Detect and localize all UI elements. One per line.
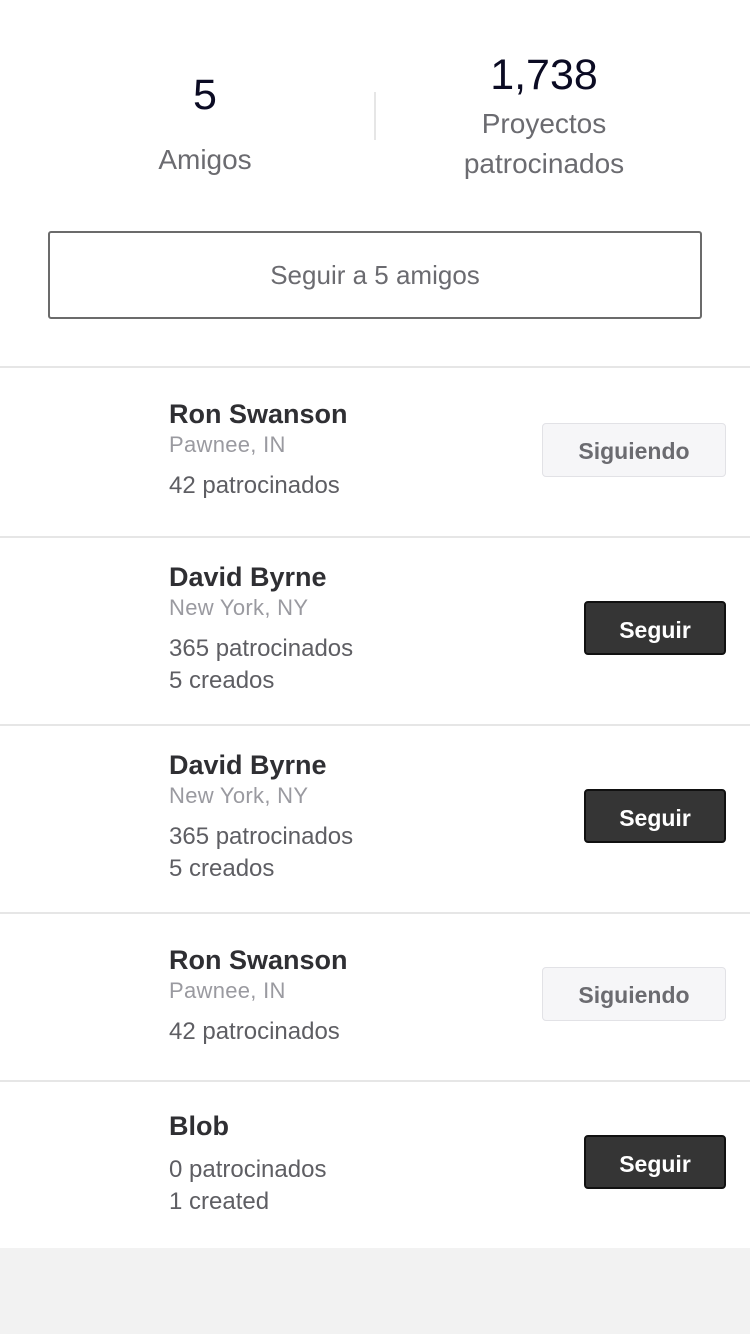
friend-backed-count: 0 patrocinados [169, 1156, 327, 1183]
friend-info: Ron Swanson Pawnee, IN 42 patrocinados [169, 398, 348, 502]
friends-list: Ron Swanson Pawnee, IN 42 patrocinados S… [0, 366, 750, 1248]
following-button[interactable]: Siguiendo [542, 967, 726, 1021]
stats-divider [374, 92, 376, 140]
friend-created-count: 5 creados [169, 855, 275, 882]
friend-info: Ron Swanson Pawnee, IN 42 patrocinados [169, 944, 348, 1048]
backed-projects-label-line1: Proyectos [481, 108, 607, 139]
friend-name[interactable]: David Byrne [169, 749, 353, 781]
friend-name[interactable]: Ron Swanson [169, 944, 348, 976]
following-button[interactable]: Siguiendo [542, 423, 726, 477]
friend-info: Blob 0 patrocinados 1 created [169, 1110, 326, 1218]
friend-backed-count: 365 patrocinados [169, 823, 354, 850]
friend-created-count: 5 creados [169, 667, 275, 694]
friend-info: David Byrne New York, NY 365 patrocinado… [169, 749, 353, 885]
friend-backed-count: 42 patrocinados [169, 1018, 340, 1045]
friends-count-stat: 5 Amigos [105, 68, 305, 180]
friend-backed-count: 365 patrocinados [169, 635, 354, 662]
friend-backed-count: 42 patrocinados [169, 472, 340, 499]
follow-button[interactable]: Seguir [584, 789, 726, 843]
backed-projects-label-line2: patrocinados [463, 148, 625, 179]
friend-location: New York, NY [169, 595, 309, 620]
friends-count-value: 5 [193, 71, 217, 119]
friend-name[interactable]: David Byrne [169, 561, 353, 593]
friend-row: Blob 0 patrocinados 1 created Seguir [0, 1080, 750, 1248]
friend-location: New York, NY [169, 783, 309, 808]
follow-button[interactable]: Seguir [584, 1135, 726, 1189]
friend-row: Ron Swanson Pawnee, IN 42 patrocinados S… [0, 366, 750, 536]
follow-all-friends-button[interactable]: Seguir a 5 amigos [48, 231, 702, 319]
friend-row: David Byrne New York, NY 365 patrocinado… [0, 724, 750, 912]
friend-name[interactable]: Blob [169, 1110, 326, 1142]
friend-row: Ron Swanson Pawnee, IN 42 patrocinados S… [0, 912, 750, 1080]
friend-info: David Byrne New York, NY 365 patrocinado… [169, 561, 353, 697]
backed-projects-label: Proyectos patrocinados [414, 104, 674, 184]
friends-page: 5 Amigos 1,738 Proyectos patrocinados Se… [0, 0, 750, 1334]
friend-name[interactable]: Ron Swanson [169, 398, 348, 430]
friend-location: Pawnee, IN [169, 978, 286, 1003]
backed-projects-value: 1,738 [490, 51, 598, 99]
friends-count-label: Amigos [158, 144, 252, 175]
backed-projects-stat: 1,738 Proyectos patrocinados [414, 48, 674, 184]
follow-button[interactable]: Seguir [584, 601, 726, 655]
friend-location: Pawnee, IN [169, 432, 286, 457]
friend-row: David Byrne New York, NY 365 patrocinado… [0, 536, 750, 724]
friends-summary: 5 Amigos 1,738 Proyectos patrocinados Se… [0, 0, 750, 368]
friend-created-count: 1 created [169, 1188, 270, 1215]
